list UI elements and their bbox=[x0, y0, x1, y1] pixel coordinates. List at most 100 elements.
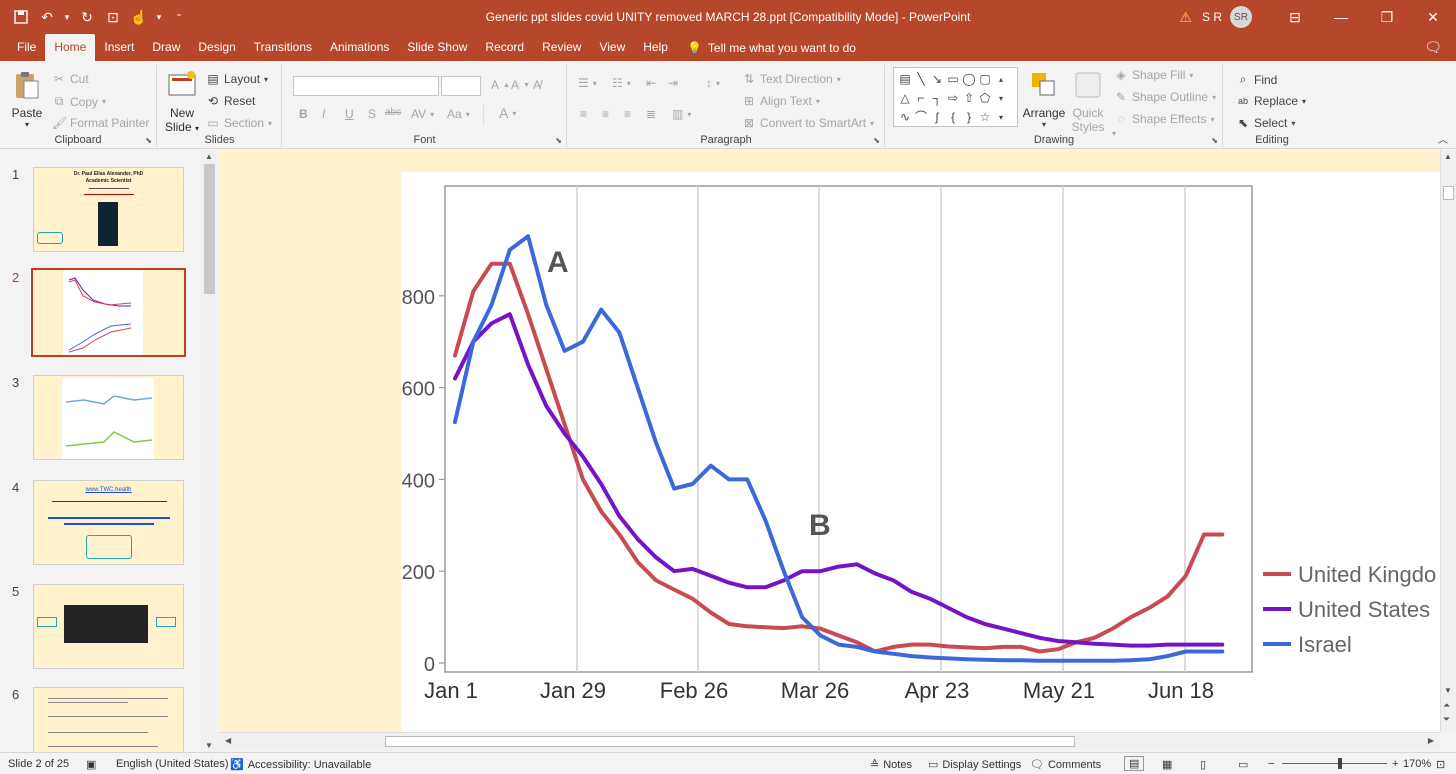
touch-mode-icon[interactable]: ☝ bbox=[128, 6, 150, 28]
right-arrow-shape-icon[interactable]: ⇨ bbox=[945, 89, 961, 108]
scroll-down-icon[interactable]: ▼ bbox=[205, 741, 213, 750]
tab-file[interactable]: File bbox=[8, 34, 45, 61]
arrow-line-shape-icon[interactable]: ↘ bbox=[929, 70, 945, 89]
underline-button[interactable]: U bbox=[345, 107, 354, 121]
text-direction-button[interactable]: ⇅ Text Direction ▾ bbox=[742, 72, 841, 86]
tab-draw[interactable]: Draw bbox=[143, 34, 189, 61]
avatar[interactable]: SR bbox=[1230, 6, 1252, 28]
comments-button[interactable]: 🗨 Comments bbox=[1030, 758, 1101, 772]
find-button[interactable]: ⌕ Find bbox=[1236, 72, 1278, 87]
fit-slide-icon[interactable]: ⊡ bbox=[1436, 758, 1445, 771]
flowchart-shape-icon[interactable]: ⬠ bbox=[977, 89, 993, 108]
convert-smartart-button[interactable]: ⊠ Convert to SmartArt ▾ bbox=[742, 116, 874, 130]
quick-styles-button[interactable]: Quick Styles bbox=[1068, 69, 1108, 134]
tab-home[interactable]: Home bbox=[45, 34, 96, 61]
new-slide-button[interactable]: New Slide ▾ bbox=[164, 69, 200, 134]
tab-help[interactable]: Help bbox=[634, 34, 677, 61]
bullets-icon[interactable]: ☰ ▾ bbox=[578, 76, 597, 90]
cut-button[interactable]: ✂ Cut bbox=[52, 72, 89, 86]
bold-button[interactable]: B bbox=[299, 107, 308, 121]
align-text-button[interactable]: ⊞ Align Text ▾ bbox=[742, 94, 820, 108]
arrange-button[interactable]: Arrange ▾ bbox=[1022, 69, 1066, 129]
oval-shape-icon[interactable]: ◯ bbox=[961, 70, 977, 89]
decrease-indent-icon[interactable]: ⇤ bbox=[646, 76, 656, 90]
replace-button[interactable]: ab Replace ▾ bbox=[1236, 94, 1306, 108]
scroll-left-icon[interactable]: ◀ bbox=[225, 736, 231, 745]
slide-sorter-icon[interactable]: ▦ bbox=[1162, 758, 1172, 771]
tab-insert[interactable]: Insert bbox=[95, 34, 143, 61]
select-button[interactable]: ⬉ Select ▾ bbox=[1236, 116, 1295, 130]
up-arrow-shape-icon[interactable]: ⇧ bbox=[961, 89, 977, 108]
close-icon[interactable]: ✕ bbox=[1410, 0, 1456, 34]
zoom-in-button[interactable]: + bbox=[1392, 758, 1398, 770]
tab-review[interactable]: Review bbox=[533, 34, 590, 61]
minimize-icon[interactable]: — bbox=[1318, 0, 1364, 34]
horizontal-scroll-thumb[interactable] bbox=[385, 736, 1075, 747]
previous-slide-icon[interactable]: ⏶ bbox=[1443, 700, 1450, 711]
tab-record[interactable]: Record bbox=[476, 34, 533, 61]
paste-dropdown-icon[interactable]: ▾ bbox=[8, 120, 46, 129]
left-brace-shape-icon[interactable]: { bbox=[945, 108, 961, 127]
font-size-combo[interactable] bbox=[441, 76, 481, 96]
format-painter-button[interactable]: 🖌 Format Painter bbox=[52, 116, 149, 130]
shape-fill-button[interactable]: ◈ Shape Fill ▾ bbox=[1114, 68, 1193, 82]
align-right-icon[interactable]: ≡ bbox=[624, 107, 631, 121]
reset-button[interactable]: ⟲ Reset bbox=[206, 94, 255, 108]
arc-shape-icon[interactable]: ⌒ bbox=[913, 108, 929, 127]
customize-toolbar-icon[interactable]: ⁼ bbox=[168, 6, 190, 28]
zoom-out-button[interactable]: − bbox=[1268, 758, 1274, 770]
spell-check-icon[interactable]: ▣ bbox=[86, 758, 96, 771]
scroll-up-icon[interactable]: ▲ bbox=[1444, 152, 1452, 161]
restore-icon[interactable]: ❐ bbox=[1364, 0, 1410, 34]
comments-icon[interactable]: 🗨 bbox=[1424, 39, 1442, 56]
tab-design[interactable]: Design bbox=[189, 34, 244, 61]
start-from-beginning-icon[interactable]: ⊡ bbox=[102, 6, 124, 28]
elbow-connector-shape-icon[interactable]: ⌐ bbox=[913, 89, 929, 108]
shapes-scroll-down-icon[interactable]: ▾ bbox=[993, 89, 1009, 108]
curve-shape-icon[interactable]: ∿ bbox=[897, 108, 913, 127]
save-icon[interactable] bbox=[10, 6, 32, 28]
tab-slide-show[interactable]: Slide Show bbox=[398, 34, 476, 61]
tell-me-search[interactable]: 💡 Tell me what you want to do bbox=[687, 34, 856, 61]
freeform-shape-icon[interactable]: ʃ bbox=[929, 108, 945, 127]
ribbon-display-options-icon[interactable]: ⊟ bbox=[1272, 0, 1318, 34]
scroll-right-icon[interactable]: ▶ bbox=[1428, 736, 1434, 745]
right-brace-shape-icon[interactable]: } bbox=[961, 108, 977, 127]
clear-formatting-icon[interactable]: A̸ bbox=[533, 78, 541, 92]
clipboard-launcher-icon[interactable]: ⬊ bbox=[145, 136, 152, 145]
increase-font-icon[interactable]: A ▲ bbox=[491, 78, 510, 92]
shape-outline-button[interactable]: ✎ Shape Outline ▾ bbox=[1114, 90, 1216, 104]
normal-view-icon[interactable]: ▤ bbox=[1124, 756, 1145, 771]
line-spacing-icon[interactable]: ↕ ▾ bbox=[706, 76, 720, 90]
textbox-shape-icon[interactable]: ▤ bbox=[897, 70, 913, 89]
accessibility-status[interactable]: ♿ Accessibility: Unavailable bbox=[230, 758, 371, 772]
reading-view-icon[interactable]: ▯ bbox=[1200, 758, 1206, 771]
slide-scroll-thumb[interactable] bbox=[1443, 186, 1454, 200]
strikethrough-button[interactable]: abc bbox=[385, 107, 401, 118]
zoom-slider[interactable] bbox=[1282, 763, 1387, 764]
zoom-slider-knob[interactable] bbox=[1338, 758, 1342, 769]
rectangle-shape-icon[interactable]: ▭ bbox=[945, 70, 961, 89]
tab-animations[interactable]: Animations bbox=[321, 34, 398, 61]
change-case-button[interactable]: Aa ▾ bbox=[447, 107, 470, 121]
shapes-more-icon[interactable]: ▾ bbox=[993, 108, 1009, 127]
drawing-launcher-icon[interactable]: ⬊ bbox=[1211, 136, 1218, 145]
slide-vertical-scrollbar[interactable]: ▲ ▼ ⏶ ⏷ bbox=[1440, 150, 1456, 732]
font-launcher-icon[interactable]: ⬊ bbox=[555, 136, 562, 145]
character-spacing-button[interactable]: AV ▾ bbox=[411, 107, 434, 121]
font-name-combo[interactable] bbox=[293, 76, 439, 96]
language-indicator[interactable]: English (United States) bbox=[116, 758, 229, 770]
undo-dropdown-icon[interactable]: ▾ bbox=[62, 6, 72, 28]
line-shape-icon[interactable]: ╲ bbox=[913, 70, 929, 89]
tab-view[interactable]: View bbox=[590, 34, 634, 61]
notes-button[interactable]: ≙ Notes bbox=[870, 758, 912, 772]
slide-canvas[interactable]: Jan 1 Jan 29 Feb 26 Mar 26 Apr 23 May 21 Jun 1… bbox=[401, 172, 1440, 732]
star-shape-icon[interactable]: ☆ bbox=[977, 108, 993, 127]
thumbnail-scroll-thumb[interactable] bbox=[204, 164, 215, 294]
connector-shape-icon[interactable]: ┐ bbox=[929, 89, 945, 108]
paragraph-launcher-icon[interactable]: ⬊ bbox=[873, 136, 880, 145]
shapes-scroll-up-icon[interactable]: ▴ bbox=[993, 70, 1009, 89]
shadow-button[interactable]: S bbox=[368, 107, 376, 121]
font-color-button[interactable]: A ▾ bbox=[499, 105, 516, 121]
layout-button[interactable]: ▤ Layout ▾ bbox=[206, 72, 268, 86]
